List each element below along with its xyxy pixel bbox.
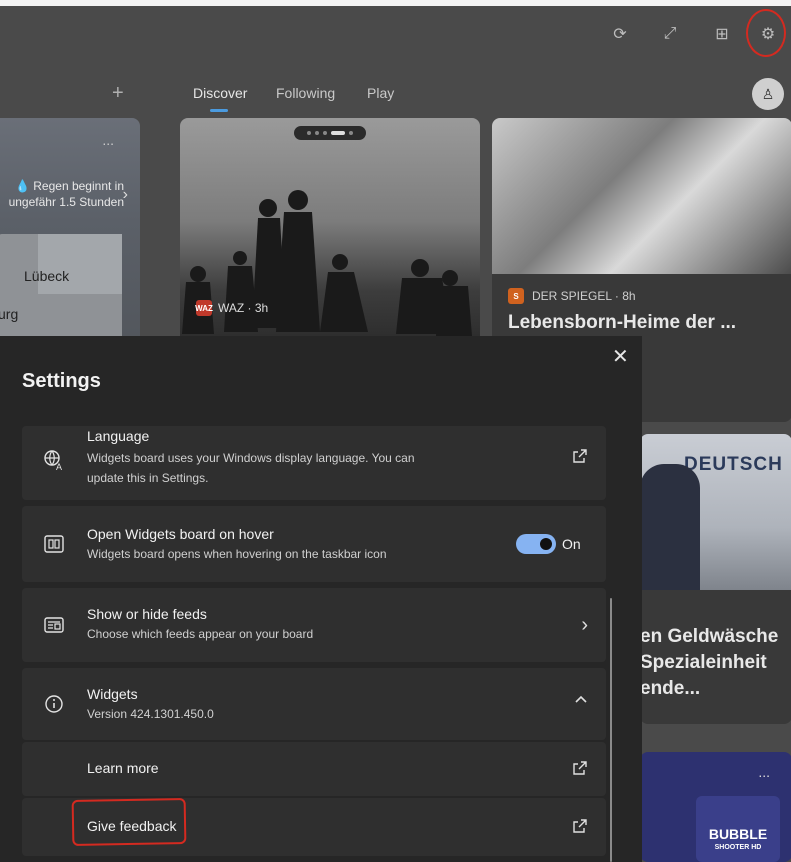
tab-play[interactable]: Play [367, 85, 394, 101]
game-name: BUBBLE [708, 826, 768, 842]
source-line: WAZ WAZ · 3h [195, 300, 269, 316]
language-icon: A [42, 448, 66, 472]
toggle-knob [540, 538, 552, 550]
pager-dot [307, 131, 311, 135]
game-badge: HD [751, 844, 762, 851]
settings-title: Settings [22, 370, 101, 392]
tab-discover[interactable]: Discover [193, 85, 247, 101]
game-subtitle: SHOOTER HD [694, 841, 782, 854]
chevron-up-icon[interactable] [574, 692, 588, 711]
game-name-2: SHOOTER [714, 844, 750, 851]
chevron-right-icon[interactable]: › [581, 614, 588, 637]
widgets-icon[interactable]: ⊞ [708, 20, 736, 48]
annotation-feedback-circle [71, 798, 187, 846]
feeds-icon [42, 613, 66, 637]
info-icon [42, 692, 66, 716]
close-icon[interactable]: ✕ [612, 344, 629, 369]
hover-title: Open Widgets board on hover [87, 526, 274, 542]
source-label: DER SPIEGEL · 8h [532, 289, 636, 303]
profile-icon[interactable]: ♙ [752, 78, 784, 110]
carousel-pager[interactable] [294, 126, 366, 140]
rain-forecast: 💧 Regen beginnt in ungefähr 1.5 Stunden [9, 178, 124, 210]
pager-dot [349, 131, 353, 135]
external-link-icon[interactable] [572, 448, 588, 469]
news-photo-2: DEUTSCH [640, 434, 791, 590]
settings-panel: Settings ✕ A Language Widgets board uses… [0, 336, 642, 862]
expand-icon[interactable]: ⤢ [656, 20, 684, 48]
map-city-label-2: urg [0, 306, 19, 322]
hover-row[interactable]: Open Widgets board on hover Widgets boar… [22, 506, 606, 582]
feeds-title: Show or hide feeds [87, 606, 207, 622]
weather-card[interactable]: ... 💧 Regen beginnt in ungefähr 1.5 Stun… [0, 118, 140, 348]
widgets-version: Version 424.1301.450.0 [87, 707, 214, 721]
weather-map[interactable]: Lübeck urg [0, 234, 122, 348]
more-icon[interactable]: ... [102, 132, 114, 148]
map-city-label: Lübeck [24, 268, 70, 284]
pager-dot-active [331, 131, 345, 135]
pager-dot [315, 131, 319, 135]
photo-news-card[interactable]: WAZ WAZ · 3h [180, 118, 480, 348]
widgets-row[interactable]: Widgets Version 424.1301.450.0 [22, 668, 606, 740]
person-figure [640, 464, 700, 590]
source-label: WAZ · 3h [218, 301, 269, 315]
language-row[interactable]: A Language Widgets board uses your Windo… [22, 426, 606, 500]
learn-more-row[interactable]: Learn more [22, 742, 606, 796]
add-icon[interactable]: + [112, 82, 124, 105]
scrollbar[interactable] [610, 598, 612, 862]
news-title-2[interactable]: en Geldwäsche Spezialeinheit ende... [640, 624, 791, 702]
pager-dot [323, 131, 327, 135]
widgets-title: Widgets [87, 686, 138, 702]
game-card[interactable]: ... BUBBLE SHOOTER HD [640, 752, 791, 862]
widgets-board-icon [42, 532, 66, 556]
news-photo [492, 118, 791, 274]
external-link-icon[interactable] [572, 818, 588, 839]
map-water [38, 234, 122, 294]
chevron-right-icon[interactable]: › [123, 186, 128, 204]
rain-forecast-line-1: 💧 Regen beginnt in [14, 179, 124, 193]
tab-underline [210, 109, 228, 112]
feeds-row[interactable]: Show or hide feeds Choose which feeds ap… [22, 588, 606, 662]
tab-following[interactable]: Following [276, 85, 335, 101]
rain-forecast-line-2: ungefähr 1.5 Stunden [8, 195, 124, 209]
more-icon[interactable]: ... [758, 764, 770, 780]
learn-more-link[interactable]: Learn more [87, 760, 159, 776]
source-line: S DER SPIEGEL · 8h [508, 288, 636, 304]
hover-toggle-label: On [562, 536, 581, 552]
feeds-desc: Choose which feeds appear on your board [87, 627, 314, 641]
photo-text: DEUTSCH [684, 454, 783, 475]
waz-logo-icon: WAZ [195, 300, 213, 316]
news-card-2[interactable]: DEUTSCH en Geldwäsche Spezialeinheit end… [640, 434, 791, 724]
external-link-icon[interactable] [572, 760, 588, 781]
language-desc: Widgets board uses your Windows display … [87, 451, 415, 485]
hover-toggle[interactable] [516, 534, 556, 554]
language-title: Language [87, 428, 150, 444]
spiegel-logo-icon: S [508, 288, 524, 304]
hover-desc: Widgets board opens when hovering on the… [87, 547, 387, 561]
svg-text:A: A [56, 462, 62, 471]
annotation-gear-circle [746, 9, 786, 57]
game-title: BUBBLE SHOOTER HD [694, 826, 782, 854]
refresh-icon[interactable]: ⟳ [606, 20, 634, 48]
